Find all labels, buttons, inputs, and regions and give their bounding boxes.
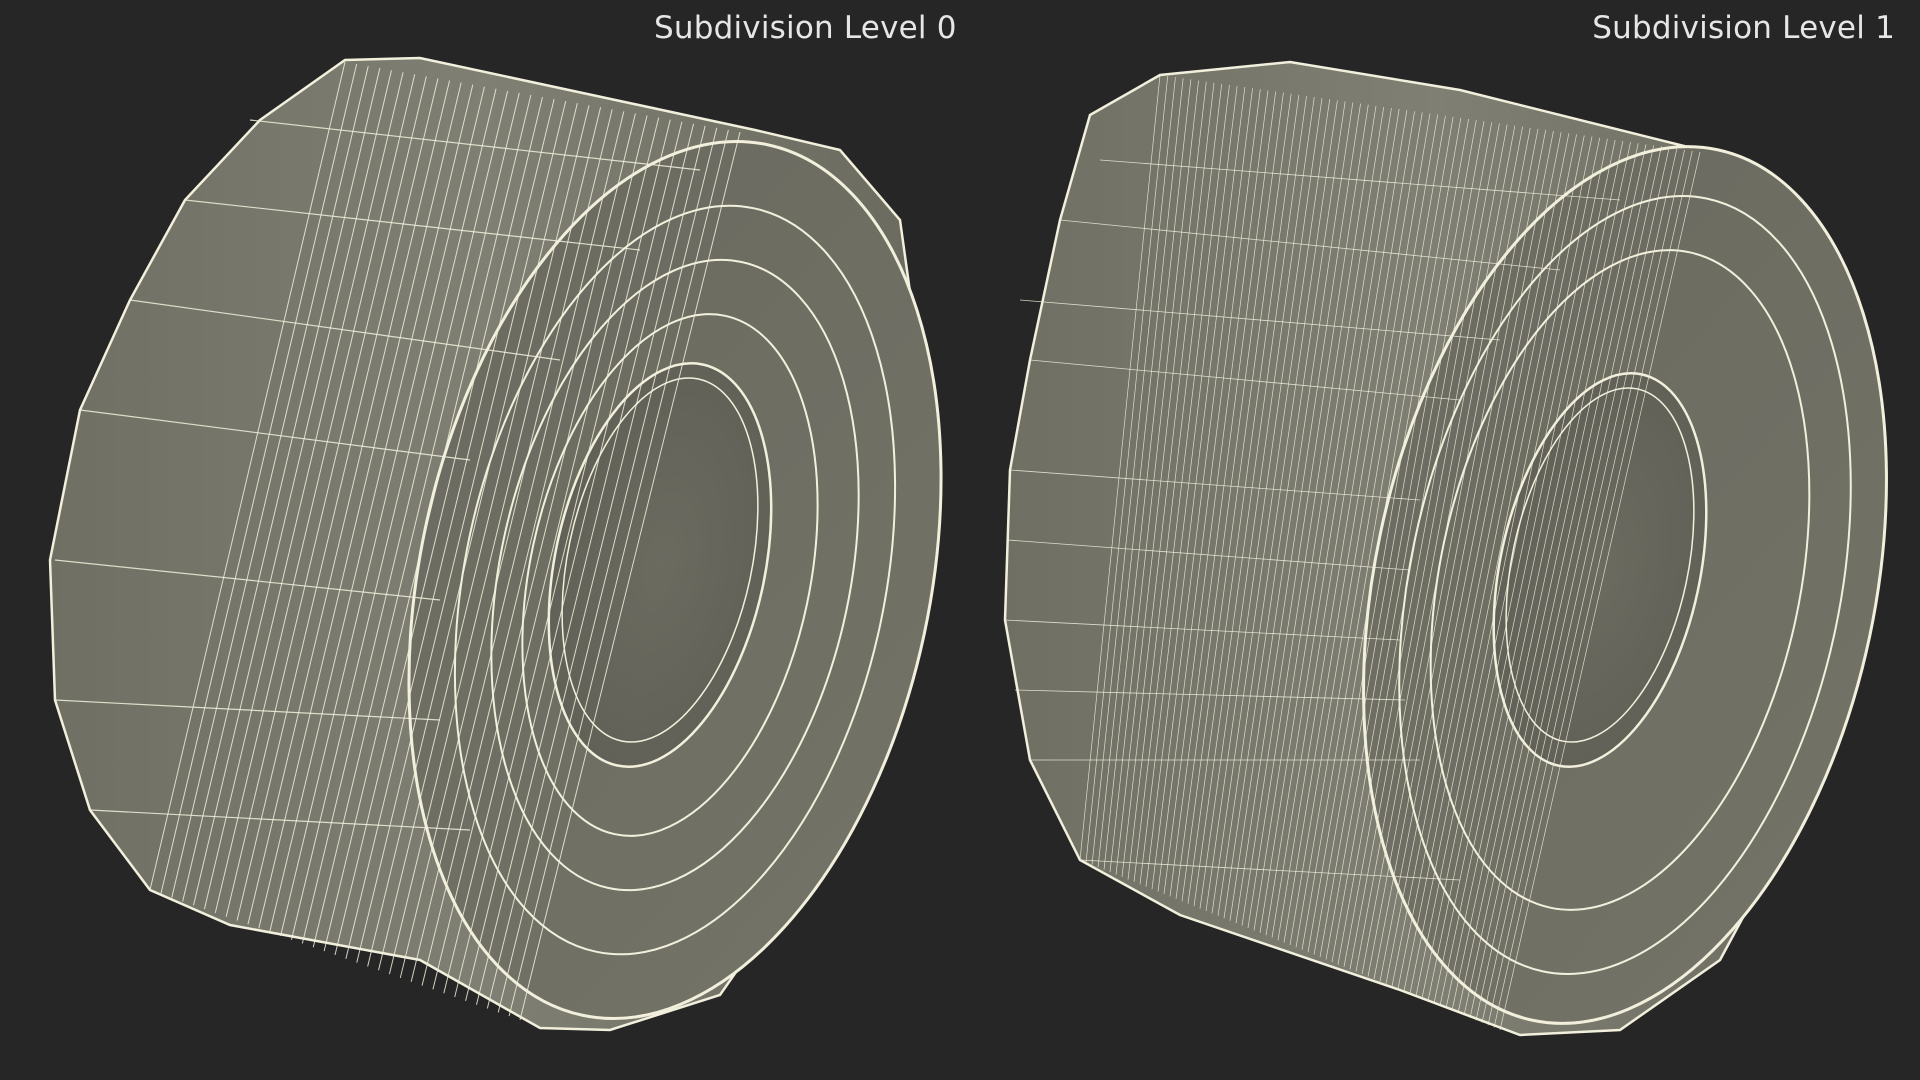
model-subdivision-0 [48,56,943,1032]
model-subdivision-1 [1003,60,1888,1037]
subdivision-level-0-label: Subdivision Level 0 [654,10,957,46]
wireframe-render [48,56,1888,1037]
subdivision-level-1-label: Subdivision Level 1 [1592,10,1895,46]
render-viewport: Subdivision Level 0 Subdivision Level 1 [0,0,1920,1080]
